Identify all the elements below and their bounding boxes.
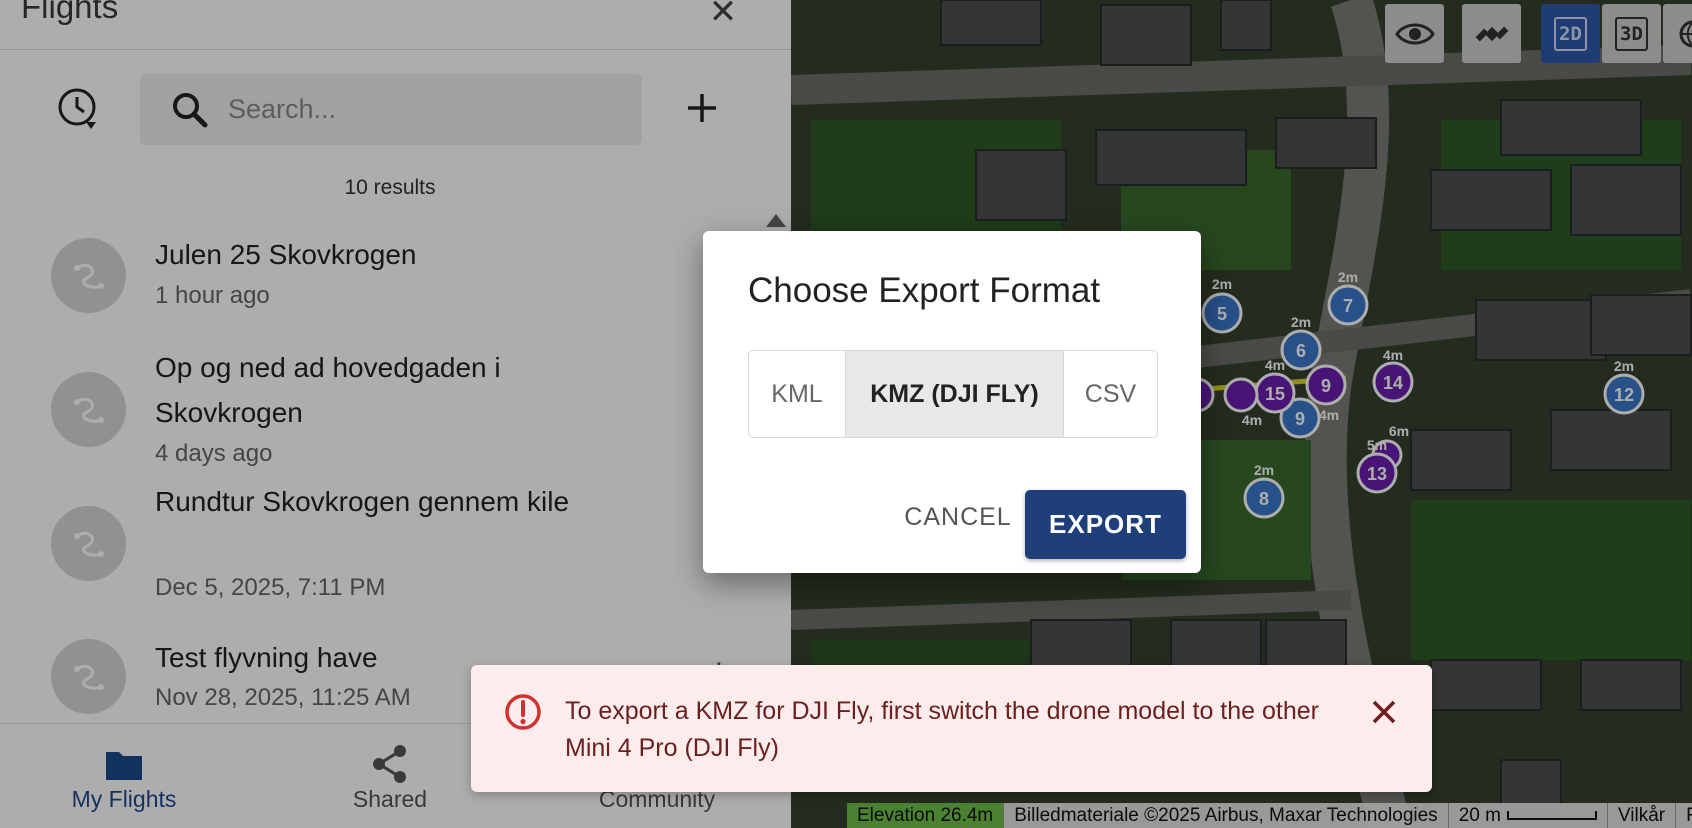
dialog-title: Choose Export Format xyxy=(748,271,1101,310)
cancel-button[interactable]: CANCEL xyxy=(878,489,1038,545)
close-icon[interactable] xyxy=(1367,695,1401,729)
format-toggle-group: KML KMZ (DJI FLY) CSV xyxy=(748,350,1158,438)
toast-message: To export a KMZ for DJI Fly, first switc… xyxy=(565,697,1319,762)
export-format-dialog: Choose Export Format KML KMZ (DJI FLY) C… xyxy=(703,231,1201,573)
format-option-kmz[interactable]: KMZ (DJI FLY) xyxy=(846,351,1064,437)
export-button[interactable]: EXPORT xyxy=(1025,490,1186,559)
format-option-kml[interactable]: KML xyxy=(749,351,846,437)
format-option-csv[interactable]: CSV xyxy=(1064,351,1157,437)
error-toast: To export a KMZ for DJI Fly, first switc… xyxy=(471,665,1432,792)
error-icon xyxy=(505,694,541,730)
